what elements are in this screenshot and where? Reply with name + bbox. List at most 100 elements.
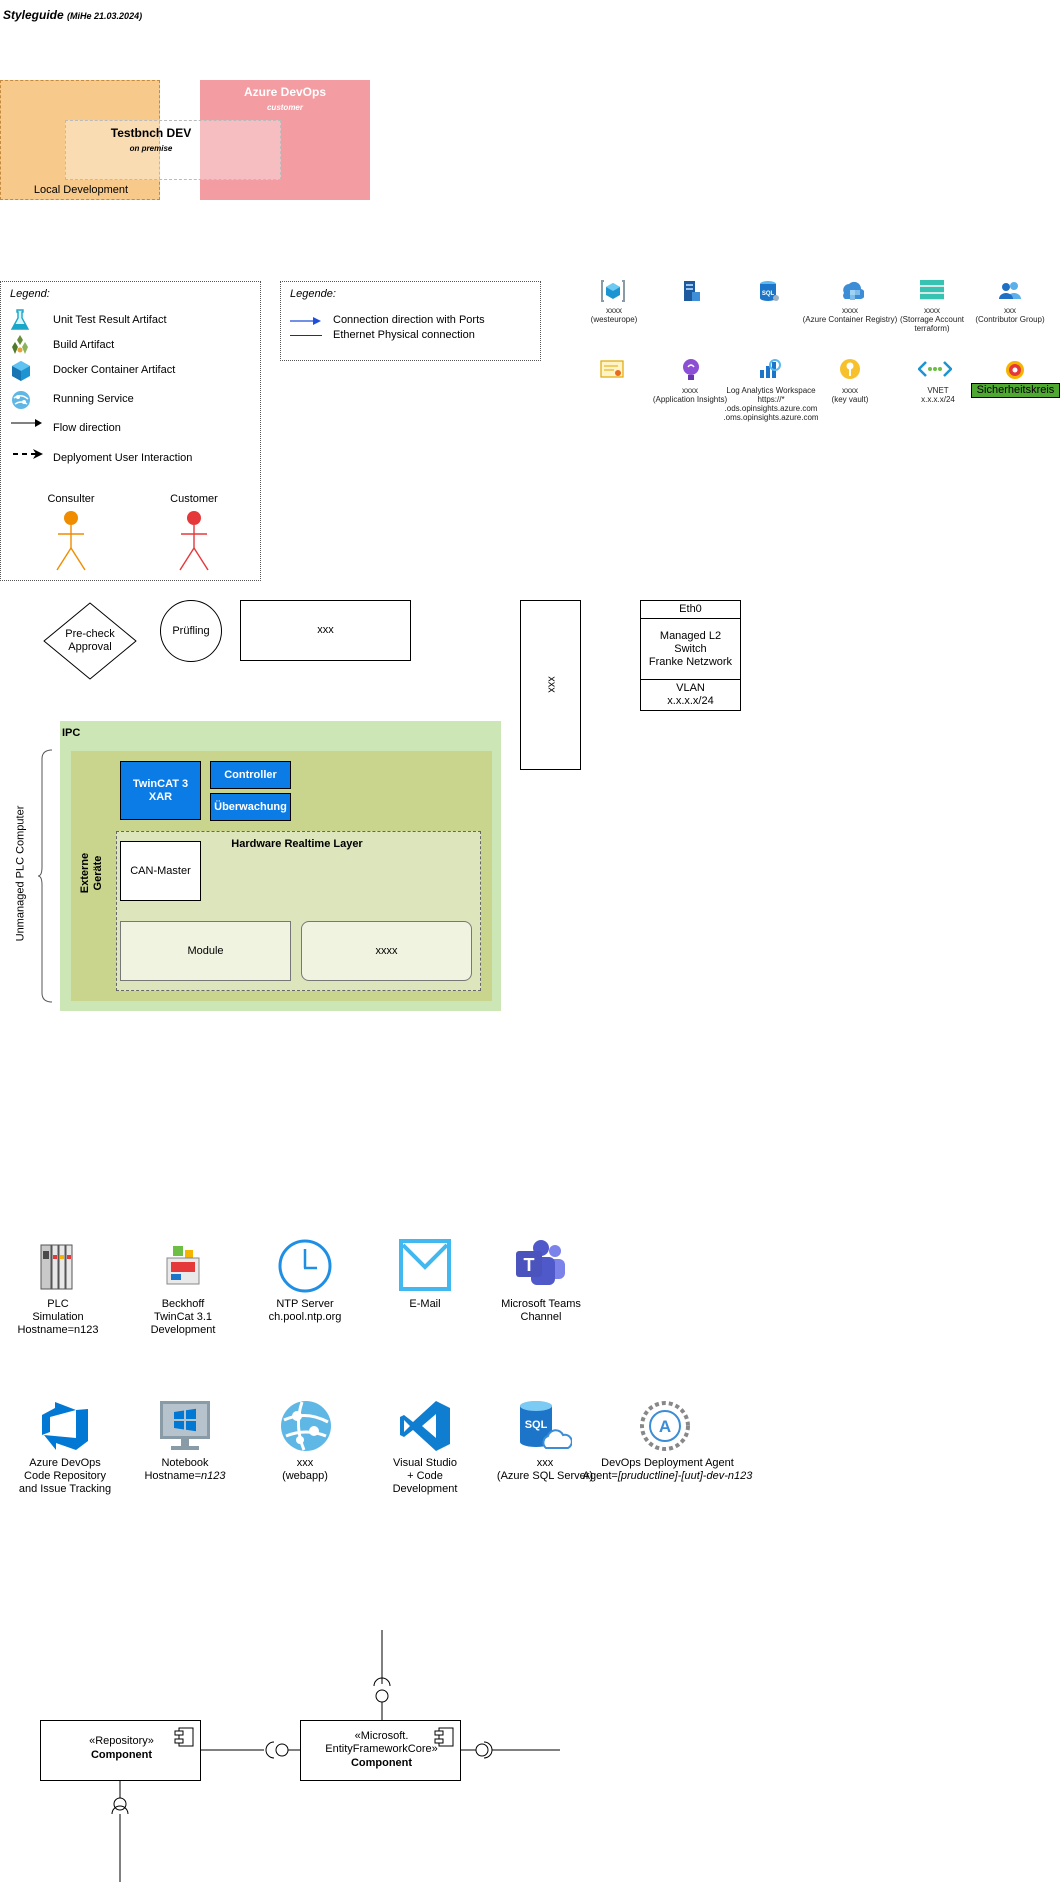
legend-title: Legend:	[10, 288, 50, 300]
switch-eth0: Eth0	[641, 601, 740, 619]
precheck-label: Pre-check Approval	[65, 628, 115, 653]
legend2-item-label: Connection direction with Ports	[333, 314, 485, 326]
container-registry-icon	[838, 279, 864, 303]
brace-bracket	[38, 749, 54, 1003]
can-master-box[interactable]: CAN-Master	[120, 841, 201, 901]
actor-label-consulter: Consulter	[47, 493, 95, 505]
container-cube-icon	[11, 360, 31, 382]
switch-box[interactable]: Eth0 Managed L2 Switch Franke Netzwork V…	[640, 600, 741, 711]
safety-circuit-icon	[1005, 360, 1025, 380]
title-text: Styleguide	[3, 8, 64, 22]
svg-text:T: T	[524, 1255, 535, 1275]
service-label: NTP Server ch.pool.ntp.org	[268, 1298, 342, 1323]
icon-caption: xxxx (key vault)	[831, 386, 869, 404]
agent-name: [pruductline]-[uut]-dev-n123	[617, 1470, 753, 1482]
plc-icon	[40, 1241, 76, 1291]
service-label: Microsoft Teams Channel	[501, 1298, 581, 1323]
legend2-item-label: Ethernet Physical connection	[333, 329, 475, 341]
legend-box[interactable]: Legend: Unit Test Result Artifact Build …	[0, 281, 261, 581]
flask-icon	[10, 309, 30, 331]
key-vault-icon	[839, 358, 861, 380]
xxxx-box[interactable]: xxxx	[301, 921, 472, 981]
azure-devops-subtitle: customer	[266, 103, 303, 112]
legend-item-label: Deplyoment User Interaction	[53, 452, 193, 464]
legend-item-label: Docker Container Artifact	[53, 364, 176, 376]
azure-devops-icon	[40, 1400, 90, 1450]
beckhoff-twincat-icon	[163, 1244, 203, 1286]
running-service-icon	[11, 390, 31, 410]
server-icon	[681, 280, 701, 302]
legend2-box[interactable]: Legende: Connection direction with Ports…	[280, 281, 541, 361]
icon-caption: VNET x.x.x.x/24	[921, 386, 955, 404]
safety-circuit-label: Sicherheitskreis	[971, 383, 1060, 398]
title-subtitle: (MiHe 21.03.2024)	[67, 11, 143, 21]
legend-item-label: Flow direction	[53, 422, 121, 434]
mail-icon	[399, 1239, 451, 1291]
controller-box[interactable]: Controller	[210, 761, 291, 789]
externe-geraete-label: Externe Geräte	[79, 852, 104, 894]
customer-actor-icon	[178, 510, 210, 572]
sql-server-icon: SQL	[518, 1400, 572, 1452]
vertical-xxx-rect[interactable]: xxx	[520, 600, 581, 770]
pruefling-circle[interactable]: Prüfling	[160, 600, 222, 662]
service-label: PLC Simulation Hostname=n123	[17, 1298, 99, 1336]
legend-item-label: Build Artifact	[53, 339, 115, 351]
app-insights-icon	[681, 358, 701, 382]
notebook-label: Notebook Hostname=n123	[144, 1457, 226, 1482]
vscode-icon	[399, 1400, 451, 1452]
service-label: Visual Studio + Code Development	[392, 1457, 458, 1495]
repository-component[interactable]: «Repository» Component	[40, 1720, 201, 1781]
service-label: xxx (webapp)	[282, 1457, 328, 1482]
legend-item-label: Running Service	[53, 393, 134, 405]
dashed-arrow-icon	[13, 448, 45, 460]
icon-caption: xxxx (Storrage Account terraform)	[899, 306, 965, 333]
log-analytics-icon	[758, 358, 782, 380]
icon-caption: xxxx (westeurope)	[590, 306, 638, 324]
service-label: E-Mail	[409, 1298, 441, 1310]
clock-icon	[278, 1239, 332, 1293]
vertical-xxx-label: xxx	[545, 676, 558, 693]
sql-database-icon: SQL	[758, 280, 780, 302]
twincat-xar-box[interactable]: TwinCAT 3 XAR	[120, 761, 201, 820]
icon-caption: xxx (Contributor Group)	[975, 306, 1045, 324]
azure-devops-title: Azure DevOps	[243, 85, 327, 99]
module-box[interactable]: Module	[120, 921, 291, 981]
ueberwachung-box[interactable]: Überwachung	[210, 793, 291, 821]
svg-text:SQL: SQL	[762, 291, 775, 297]
switch-main: Managed L2 Switch Franke Netzwork	[641, 619, 740, 680]
brace-label: Unmanaged PLC Computer	[14, 805, 27, 942]
testbench-zone[interactable]: Testbnch DEV on premise	[65, 120, 281, 180]
certificate-icon	[600, 360, 624, 380]
svg-text:A: A	[659, 1417, 671, 1436]
agent-label: DevOps Deployment Agent Agent=[pruductli…	[582, 1457, 753, 1482]
user-group-icon	[998, 280, 1022, 300]
ethernet-line-icon	[290, 335, 322, 336]
ef-stereotype: «Microsoft. EntityFrameworkCore»	[325, 1730, 438, 1755]
switch-vlan: VLAN x.x.x.x/24	[667, 682, 714, 707]
legend2-title: Legende:	[290, 288, 336, 300]
build-artifact-icon	[11, 334, 29, 356]
notebook-icon	[159, 1400, 211, 1452]
actor-label-customer: Customer	[170, 493, 218, 505]
legend-item-label: Unit Test Result Artifact	[53, 314, 167, 326]
local-development-label: Local Development	[33, 184, 129, 196]
xxx-rect[interactable]: xxx	[240, 600, 411, 661]
hw-layer-title: Hardware Realtime Layer	[231, 838, 363, 850]
repo-name: Component	[90, 1749, 153, 1761]
page-title: Styleguide (MiHe 21.03.2024)	[3, 8, 142, 22]
icon-caption: xxxx (Azure Container Registry)	[802, 306, 898, 324]
storage-account-icon	[919, 279, 945, 301]
svg-text:SQL: SQL	[525, 1419, 548, 1431]
notebook-hostname: n123	[201, 1470, 226, 1482]
ef-core-component[interactable]: «Microsoft. EntityFrameworkCore» Compone…	[300, 1720, 461, 1781]
arrow-icon	[11, 418, 43, 428]
webapp-icon	[280, 1400, 332, 1452]
blue-connection-arrow-icon	[290, 316, 322, 326]
testbench-subtitle: on premise	[129, 144, 173, 153]
service-label: Azure DevOps Code Repository and Issue T…	[18, 1457, 112, 1495]
vnet-icon	[918, 360, 952, 378]
resource-group-icon	[600, 279, 626, 303]
teams-icon: T	[515, 1239, 567, 1291]
service-label: Beckhoff TwinCat 3.1 Development	[150, 1298, 216, 1336]
ipc-title: IPC	[62, 727, 81, 739]
